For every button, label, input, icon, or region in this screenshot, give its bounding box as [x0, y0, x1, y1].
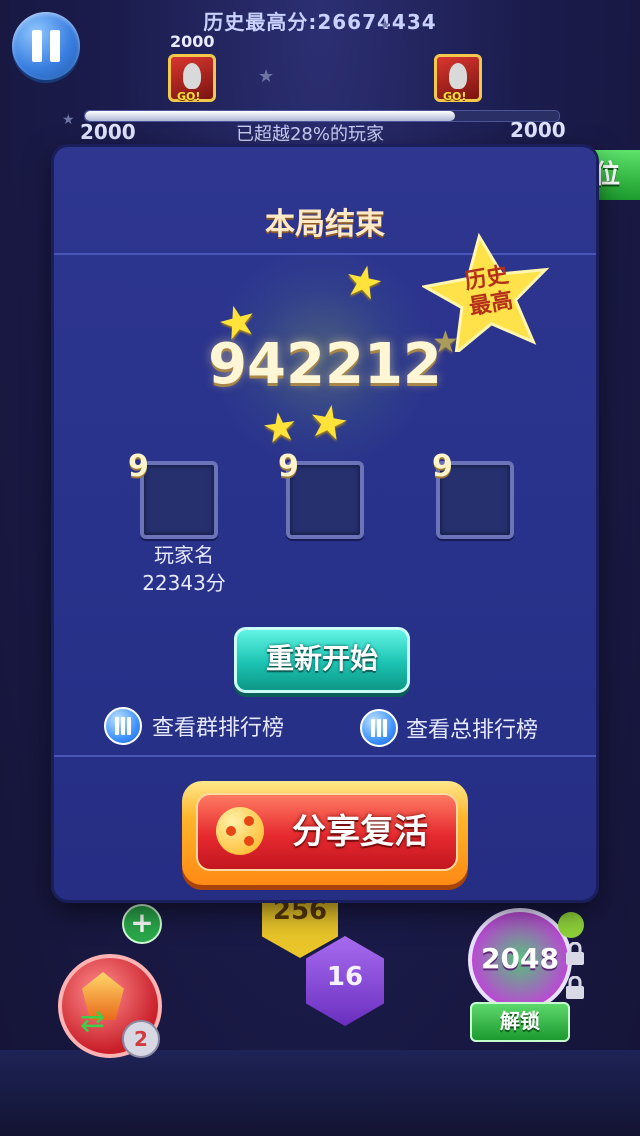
item-count-badge: 2 [122, 1020, 160, 1058]
progress-right-value: 2000 [510, 118, 566, 142]
hex-256-label: 256 [272, 896, 328, 926]
player-info: 玩家名 22343分 [124, 541, 244, 597]
friend-slot-2-number: 9 [278, 449, 299, 484]
final-score: 942212 [208, 332, 442, 397]
progress-left-value: 2000 [80, 120, 136, 144]
swap-arrow-icon: ⇄ [80, 1004, 106, 1039]
share-revive-inner: 分享复活 [196, 793, 458, 871]
pause-button[interactable] [12, 12, 80, 80]
pause-icon-bar-left [32, 30, 42, 62]
player-name: 玩家名 [154, 543, 214, 567]
ground-strip [0, 1050, 640, 1136]
rank-right-avatar[interactable]: GO! [434, 54, 482, 103]
background-star-icon: ★ [62, 112, 75, 128]
group-rank-label: 查看群排行榜 [152, 716, 285, 741]
beyond-percent: 28% [289, 124, 330, 145]
background-star-icon: ★ [258, 66, 275, 87]
lock-icon [566, 976, 584, 999]
rank-left-score: 2000 [170, 32, 215, 51]
star-icon: ★ [258, 402, 301, 454]
go-badge: GO! [443, 90, 467, 103]
add-item-button[interactable]: + [122, 904, 162, 944]
hex-16-label: 16 [326, 962, 364, 992]
bottom-divider [54, 755, 596, 757]
go-badge: GO! [177, 90, 201, 103]
pause-icon-bar-right [50, 30, 60, 62]
player-score: 22343分 [142, 571, 226, 595]
rank-list-icon [360, 709, 398, 747]
rank-list-icon [104, 707, 142, 745]
beyond-suffix: 的玩家 [330, 124, 384, 145]
friend-slot-1[interactable] [140, 461, 218, 539]
tile-2048-label: 2048 [481, 942, 559, 975]
hero-face-icon [183, 63, 201, 89]
status-dot [558, 912, 584, 938]
friend-slot-3-number: 9 [432, 449, 453, 484]
beyond-players-text: 已超越28%的玩家 [210, 120, 410, 146]
restart-button[interactable]: 重新开始 [234, 627, 410, 693]
unlock-button[interactable]: 解锁 [470, 1002, 570, 1042]
best-score-line: 历史最高分:26674434 [200, 6, 440, 35]
share-revive-label: 分享复活 [292, 812, 428, 852]
game-over-dialog: 本局结束 ★ ★ ★ ★ ★ 942212 历史 最高 9 9 9 玩家名 22… [54, 147, 596, 900]
friend-slot-1-number: 9 [128, 449, 149, 484]
best-score-label: 历史最高分: [203, 10, 318, 34]
total-rank-label: 查看总排行榜 [406, 718, 539, 743]
new-best-badge: 历史 最高 [420, 232, 552, 357]
share-icon [216, 807, 264, 855]
rank-left-avatar[interactable]: GO! [168, 54, 216, 103]
share-revive-button[interactable]: 分享复活 [182, 781, 468, 885]
lock-icon [566, 942, 584, 965]
top-hud: 历史最高分:26674434 2000 GO! GO! 2000 2000 已超… [0, 0, 640, 150]
hero-face-icon [449, 63, 467, 89]
tile-2048: 2048 [468, 908, 572, 1012]
background-star-icon: ★ [380, 18, 391, 32]
best-score-value: 26674434 [317, 10, 437, 34]
beyond-prefix: 已超越 [235, 124, 290, 145]
